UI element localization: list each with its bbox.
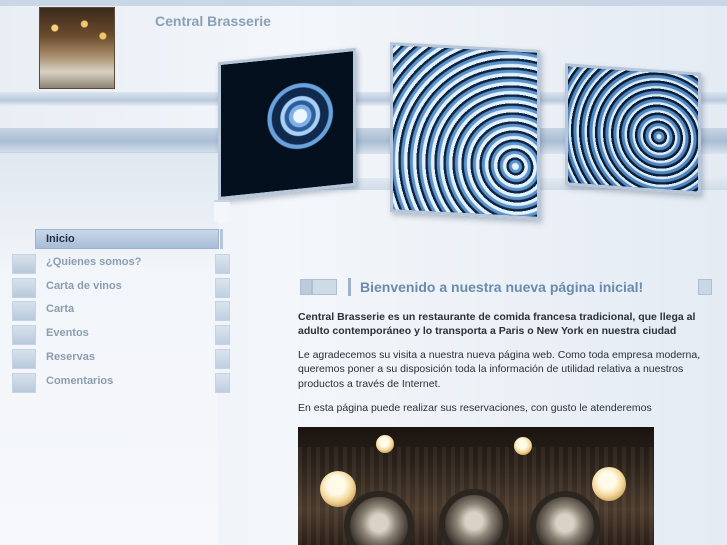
menu-bullet: [12, 325, 36, 346]
menu-item-label: Eventos: [46, 327, 89, 340]
heading-block: [300, 279, 312, 295]
heading-tick: [348, 278, 351, 296]
menu-item-quienes-somos[interactable]: ¿Quienes somos?: [12, 253, 232, 275]
lamp-globe: [592, 467, 626, 501]
menu-item-end: [215, 348, 230, 369]
menu-item-eventos[interactable]: Eventos: [12, 324, 232, 346]
menu-item-inicio[interactable]: Inicio: [12, 229, 232, 251]
menu-item-label: Comentarios: [46, 374, 114, 387]
menu-item-label: Inicio: [46, 233, 75, 245]
header-lens-image-2: [390, 42, 540, 220]
reservations-paragraph: En esta página puede realizar sus reserv…: [298, 402, 652, 415]
menu-item-end: [215, 277, 230, 298]
welcome-heading-row: Bienvenido a nuestra nueva página inicia…: [298, 278, 718, 298]
heading-block: [312, 279, 337, 295]
menu-bullet: [12, 348, 36, 369]
menu-bullet: [12, 372, 36, 393]
site-logo-text[interactable]: Central Brasserie: [155, 13, 271, 29]
active-tick: [220, 229, 223, 249]
spotlight: [514, 437, 532, 455]
menu-bullet: [12, 301, 36, 322]
spotlight: [376, 435, 394, 453]
header-lens-image-3: [565, 63, 701, 195]
main-content: Bienvenido a nuestra nueva página inicia…: [298, 278, 718, 415]
lamp-globe: [320, 471, 356, 507]
restaurant-thumbnail: [39, 7, 115, 89]
header-lens-image-1: [218, 47, 356, 201]
menu-item-carta-de-vinos[interactable]: Carta de vinos: [12, 277, 232, 299]
menu-item-carta[interactable]: Carta: [12, 300, 232, 322]
menu-item-label: Reservas: [46, 350, 95, 363]
restaurant-interior-photo: [298, 427, 654, 545]
menu-item-end: [215, 253, 230, 274]
body-paragraph: Le agradecemos su visita a nuestra nueva…: [298, 348, 701, 390]
page-title: Bienvenido a nuestra nueva página inicia…: [360, 279, 644, 295]
heading-end-block: [698, 279, 712, 295]
menu-item-reservas[interactable]: Reservas: [12, 348, 232, 370]
intro-paragraph: Central Brasserie es un restaurante de c…: [298, 311, 696, 338]
menu-item-label: Carta de vinos: [46, 279, 122, 292]
menu-item-end: [215, 301, 230, 322]
menu-item-end: [215, 372, 230, 393]
menu-bullet: [12, 277, 36, 298]
sidebar-connector: [214, 200, 230, 222]
menu-item-end: [215, 325, 230, 346]
menu-item-comentarios[interactable]: Comentarios: [12, 372, 232, 394]
menu-bullet: [12, 253, 36, 274]
top-border: [0, 0, 727, 6]
menu-item-label: ¿Quienes somos?: [46, 255, 142, 268]
menu-item-label: Carta: [46, 303, 75, 316]
main-menu: Inicio ¿Quienes somos? Carta de vinos Ca…: [12, 229, 232, 396]
